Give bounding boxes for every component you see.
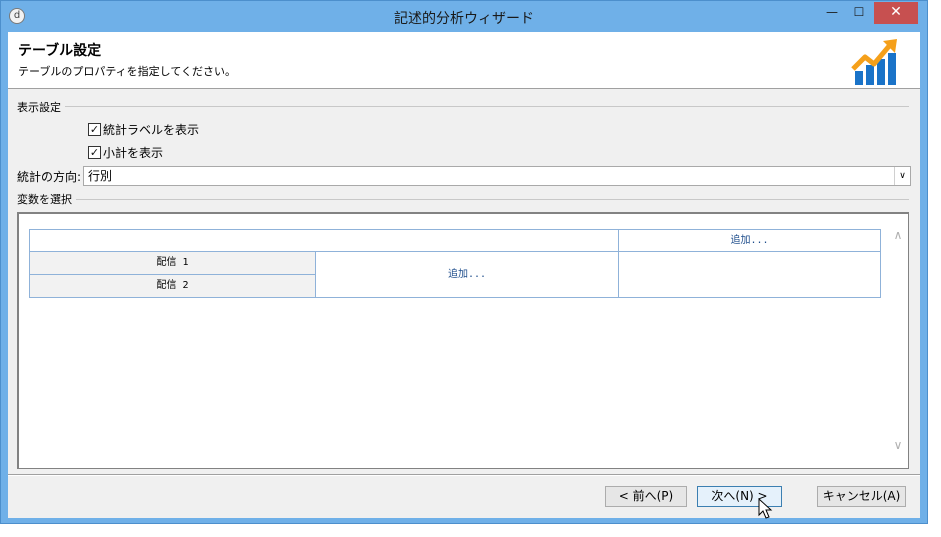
show-subtotals-checkbox-row[interactable]: ✓ 小計を表示: [88, 144, 163, 160]
table-corner-cell: [29, 229, 619, 252]
add-column-link[interactable]: 追加...: [618, 229, 881, 252]
page-title: テーブル設定: [18, 43, 102, 59]
wizard-header: テーブル設定 テーブルのプロパティを指定してください。: [8, 32, 920, 89]
footer-divider-highlight: [8, 475, 920, 476]
show-stat-labels-label: 統計ラベルを表示: [103, 122, 200, 137]
wizard-window: d 記述的分析ウィザード — ☐ ✕ テーブル設定 テーブルのプロパティを指定し…: [0, 0, 928, 524]
trend-chart-icon: [851, 39, 897, 85]
close-button[interactable]: ✕: [874, 2, 918, 24]
stat-direction-select[interactable]: 行別 ∨: [83, 166, 911, 186]
row-header-2[interactable]: 配信 2: [29, 274, 316, 298]
show-subtotals-checkbox[interactable]: ✓: [88, 145, 101, 159]
display-settings-label: 表示設定: [17, 99, 65, 115]
show-subtotals-label: 小計を表示: [103, 145, 164, 160]
show-stat-labels-checkbox[interactable]: ✓: [88, 122, 101, 136]
variables-label: 変数を選択: [17, 191, 76, 207]
maximize-button[interactable]: ☐: [846, 2, 872, 24]
back-button[interactable]: < 前へ(P): [605, 486, 687, 507]
data-cell: [618, 251, 881, 298]
vertical-scrollbar[interactable]: ∧ ∨: [888, 214, 908, 467]
wizard-body: テーブル設定 テーブルのプロパティを指定してください。 表示設定 ✓ 統計ラベル…: [8, 32, 920, 519]
minimize-button[interactable]: —: [819, 2, 845, 24]
variable-table-panel: 追加... 配信 1 配信 2 追加... ∧ ∨: [17, 212, 909, 469]
display-settings-divider: [17, 106, 909, 107]
cancel-button[interactable]: キャンセル(A): [817, 486, 906, 507]
row-header-1[interactable]: 配信 1: [29, 251, 316, 275]
add-row-link[interactable]: 追加...: [315, 251, 619, 298]
title-bar[interactable]: d 記述的分析ウィザード — ☐ ✕: [1, 1, 927, 32]
scroll-down-icon[interactable]: ∨: [891, 438, 905, 452]
scroll-up-icon[interactable]: ∧: [891, 228, 905, 242]
mouse-pointer-icon: [758, 498, 773, 519]
variables-divider: [17, 199, 909, 200]
stat-direction-label: 統計の方向:: [17, 170, 82, 184]
chevron-down-icon[interactable]: ∨: [894, 167, 910, 185]
show-stat-labels-checkbox-row[interactable]: ✓ 統計ラベルを表示: [88, 121, 199, 137]
page-subtitle: テーブルのプロパティを指定してください。: [18, 65, 237, 78]
stat-direction-value: 行別: [88, 169, 113, 183]
window-title: 記述的分析ウィザード: [394, 11, 534, 27]
